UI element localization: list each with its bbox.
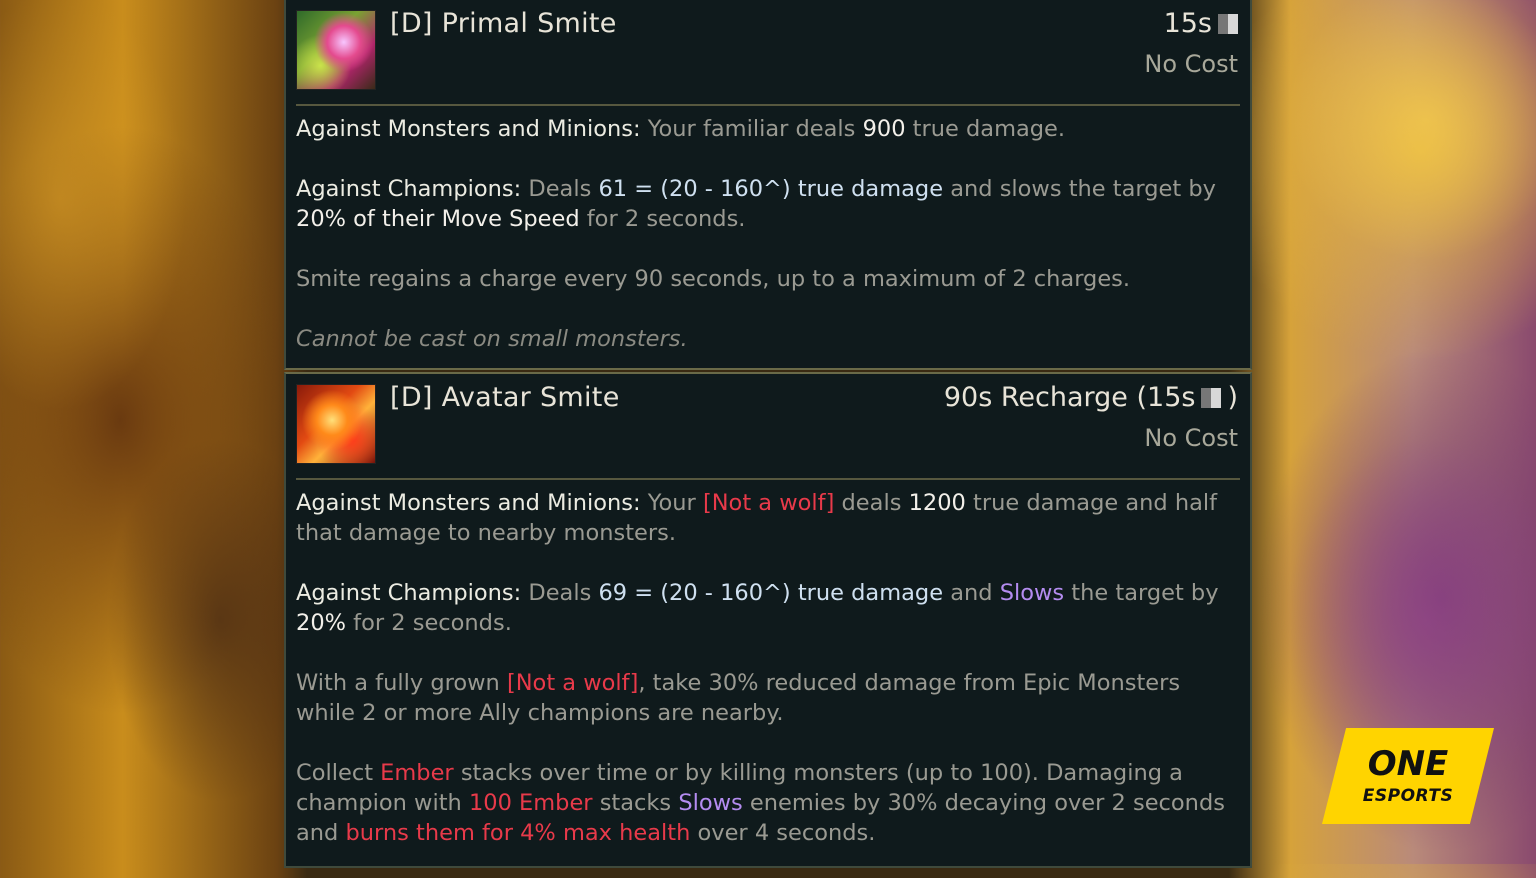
primal-smite-cost: No Cost (1144, 50, 1238, 78)
divider (296, 478, 1240, 480)
cooldown-value: 90s Recharge (15s (943, 382, 1196, 413)
avatar-smite-description: Against Monsters and Minions: Your [Not … (296, 488, 1236, 878)
logo-text-top: ONE (1367, 744, 1449, 784)
primal-smite-description: Against Monsters and Minions: Your famil… (296, 114, 1236, 384)
divider (296, 104, 1240, 106)
avatar-smite-cooldown: 90s Recharge (15s ) (943, 382, 1238, 413)
primal-smite-title: [D] Primal Smite (390, 8, 617, 39)
primal-smite-cooldown: 15s (1164, 8, 1238, 39)
cooldown-icon (1218, 13, 1238, 34)
paragraph-champions: Against Champions: Deals 69 = (20 - 160^… (296, 580, 1219, 636)
one-esports-logo: ONE ESPORTS (1322, 728, 1494, 824)
cooldown-icon (1201, 387, 1222, 408)
paragraph-champions: Against Champions: Deals 61 = (20 - 160^… (296, 176, 1216, 232)
paragraph-monsters: Against Monsters and Minions: Your [Not … (296, 490, 1218, 546)
avatar-smite-title: [D] Avatar Smite (390, 382, 620, 413)
primal-smite-tooltip: [D] Primal Smite 15s No Cost Against Mon… (284, 0, 1252, 370)
paragraph-charges: Smite regains a charge every 90 seconds,… (296, 266, 1131, 292)
paragraph-monsters: Against Monsters and Minions: Your famil… (296, 116, 1066, 142)
avatar-smite-icon (296, 384, 376, 464)
cooldown-value: 15s (1163, 8, 1212, 39)
background-blur-left (0, 0, 290, 864)
avatar-smite-tooltip: [D] Avatar Smite 90s Recharge (15s ) No … (284, 372, 1252, 868)
logo-text-bottom: ESPORTS (1362, 786, 1454, 806)
avatar-smite-cost: No Cost (1144, 424, 1238, 452)
paragraph-epic-monsters: With a fully grown [Not a wolf], take 30… (296, 670, 1181, 726)
level-icon: ^ (763, 580, 782, 606)
level-icon: ^ (763, 176, 782, 202)
paragraph-restriction: Cannot be cast on small monsters. (296, 326, 688, 352)
primal-smite-icon (296, 10, 376, 90)
paragraph-ember: Collect Ember stacks over time or by kil… (296, 760, 1225, 846)
